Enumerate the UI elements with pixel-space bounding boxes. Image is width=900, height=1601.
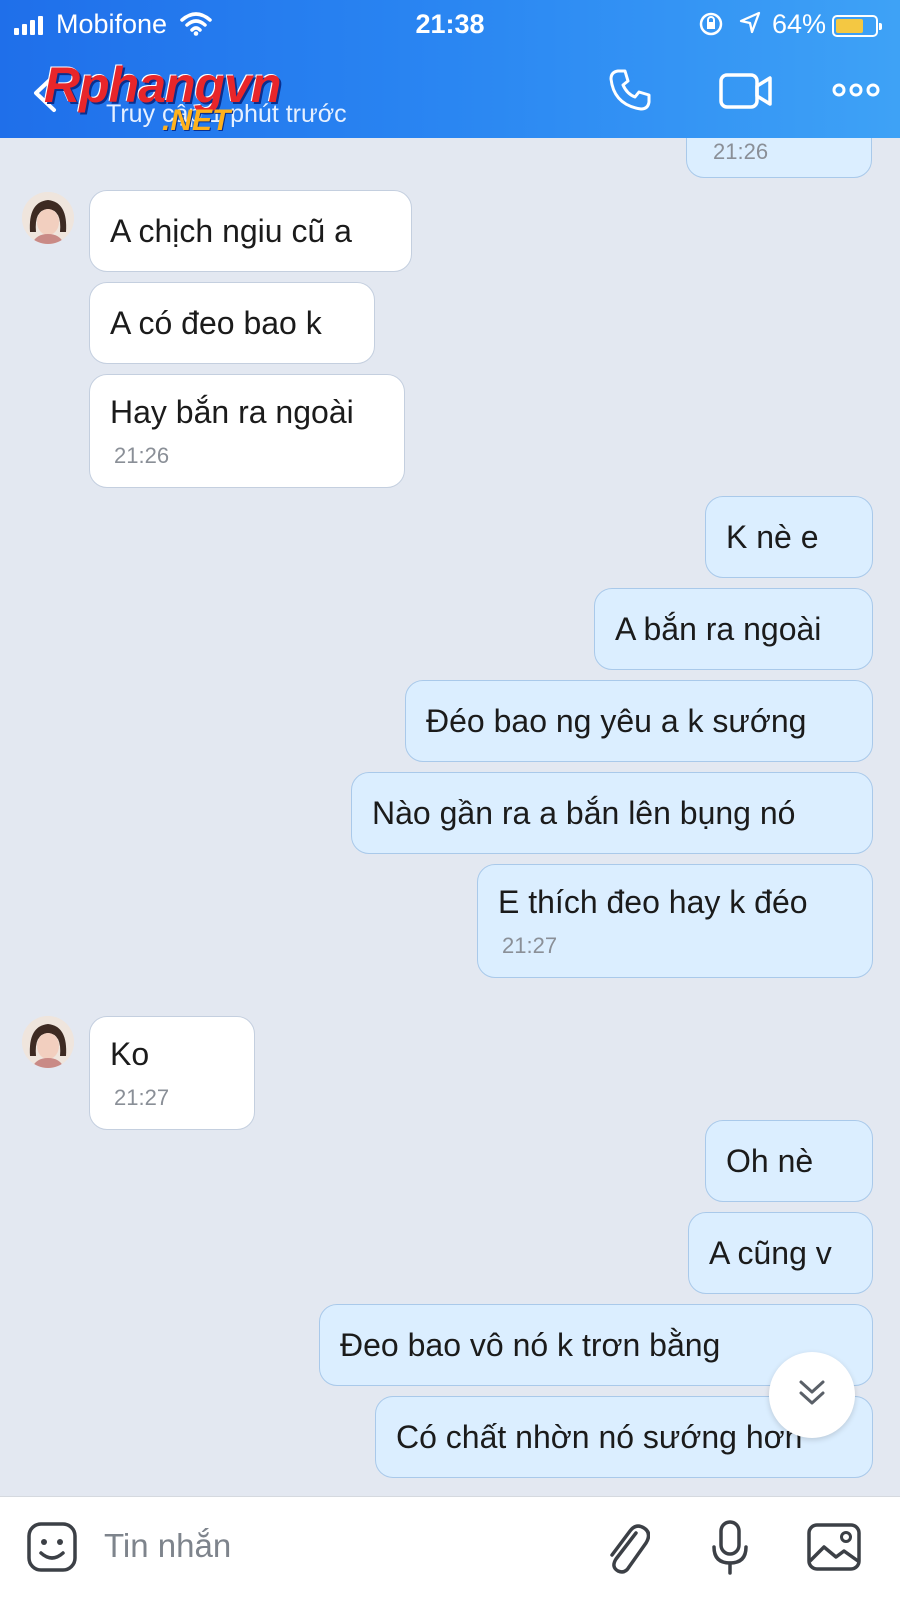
message-time: 21:26 (713, 139, 769, 164)
image-icon[interactable] (806, 1521, 862, 1578)
clock: 21:38 (415, 9, 485, 39)
message-bubble-sent[interactable]: Oh nè (705, 1120, 873, 1202)
battery-percent: 64% (772, 9, 827, 39)
message-text: A bắn ra ngoài (615, 610, 822, 647)
microphone-icon[interactable] (710, 1519, 750, 1582)
paperclip-icon[interactable] (602, 1519, 651, 1582)
chat-header: Mobifone 21:38 64% Truy cập 1 phút trước… (0, 0, 900, 138)
video-camera-icon[interactable] (718, 70, 774, 117)
scroll-to-bottom-button[interactable] (769, 1352, 855, 1438)
message-bubble-sent[interactable]: A bắn ra ngoài (594, 588, 873, 670)
message-text: Oh nè (726, 1142, 814, 1179)
status-bar: Mobifone 21:38 64% (0, 6, 900, 44)
message-bubble-received[interactable]: Hay bắn ra ngoài 21:26 (89, 374, 405, 488)
message-bubble-sent[interactable]: K nè e (705, 496, 873, 578)
message-text: E thích đeo hay k đéo (498, 883, 808, 920)
message-bubble-sent[interactable]: 21:26 (686, 138, 872, 178)
more-icon[interactable] (832, 80, 880, 105)
rotation-lock-icon (698, 11, 724, 44)
avatar[interactable] (22, 192, 74, 244)
message-input-bar: Tin nhắn (0, 1496, 900, 1601)
message-bubble-sent[interactable]: Nào gần ra a bắn lên bụng nó (351, 772, 873, 854)
message-time: 21:27 (502, 932, 558, 958)
message-text: Nào gần ra a bắn lên bụng nó (372, 794, 796, 831)
message-bubble-sent[interactable]: Đéo bao ng yêu a k sướng (405, 680, 873, 762)
message-list[interactable]: 21:26 A chịch ngiu cũ a A có đeo bao k H… (0, 138, 900, 1496)
message-bubble-received[interactable]: A có đeo bao k (89, 282, 375, 364)
location-icon (738, 10, 762, 43)
message-text: A có đeo bao k (110, 304, 322, 341)
emoji-icon[interactable] (26, 1521, 78, 1578)
message-input[interactable]: Tin nhắn (104, 1527, 231, 1565)
message-text: Hay bắn ra ngoài (110, 393, 354, 430)
phone-icon[interactable] (606, 66, 654, 119)
message-text: A chịch ngiu cũ a (110, 212, 352, 249)
message-bubble-received[interactable]: Ko 21:27 (89, 1016, 255, 1130)
message-bubble-sent[interactable]: E thích đeo hay k đéo 21:27 (477, 864, 873, 978)
message-time: 21:27 (114, 1084, 170, 1110)
message-text: A cũng v (709, 1234, 832, 1271)
battery-icon (832, 15, 882, 37)
message-bubble-sent[interactable]: A cũng v (688, 1212, 873, 1294)
message-text: Đeo bao vô nó k trơn bằng (340, 1326, 721, 1363)
message-bubble-received[interactable]: A chịch ngiu cũ a (89, 190, 412, 272)
message-text: K nè e (726, 518, 819, 555)
watermark-suffix: .NET (162, 104, 231, 137)
avatar[interactable] (22, 1016, 74, 1068)
message-text: Ko (110, 1035, 150, 1072)
message-text: Đéo bao ng yêu a k sướng (426, 702, 807, 739)
message-time: 21:26 (114, 442, 170, 468)
double-chevron-down-icon (796, 1377, 828, 1414)
